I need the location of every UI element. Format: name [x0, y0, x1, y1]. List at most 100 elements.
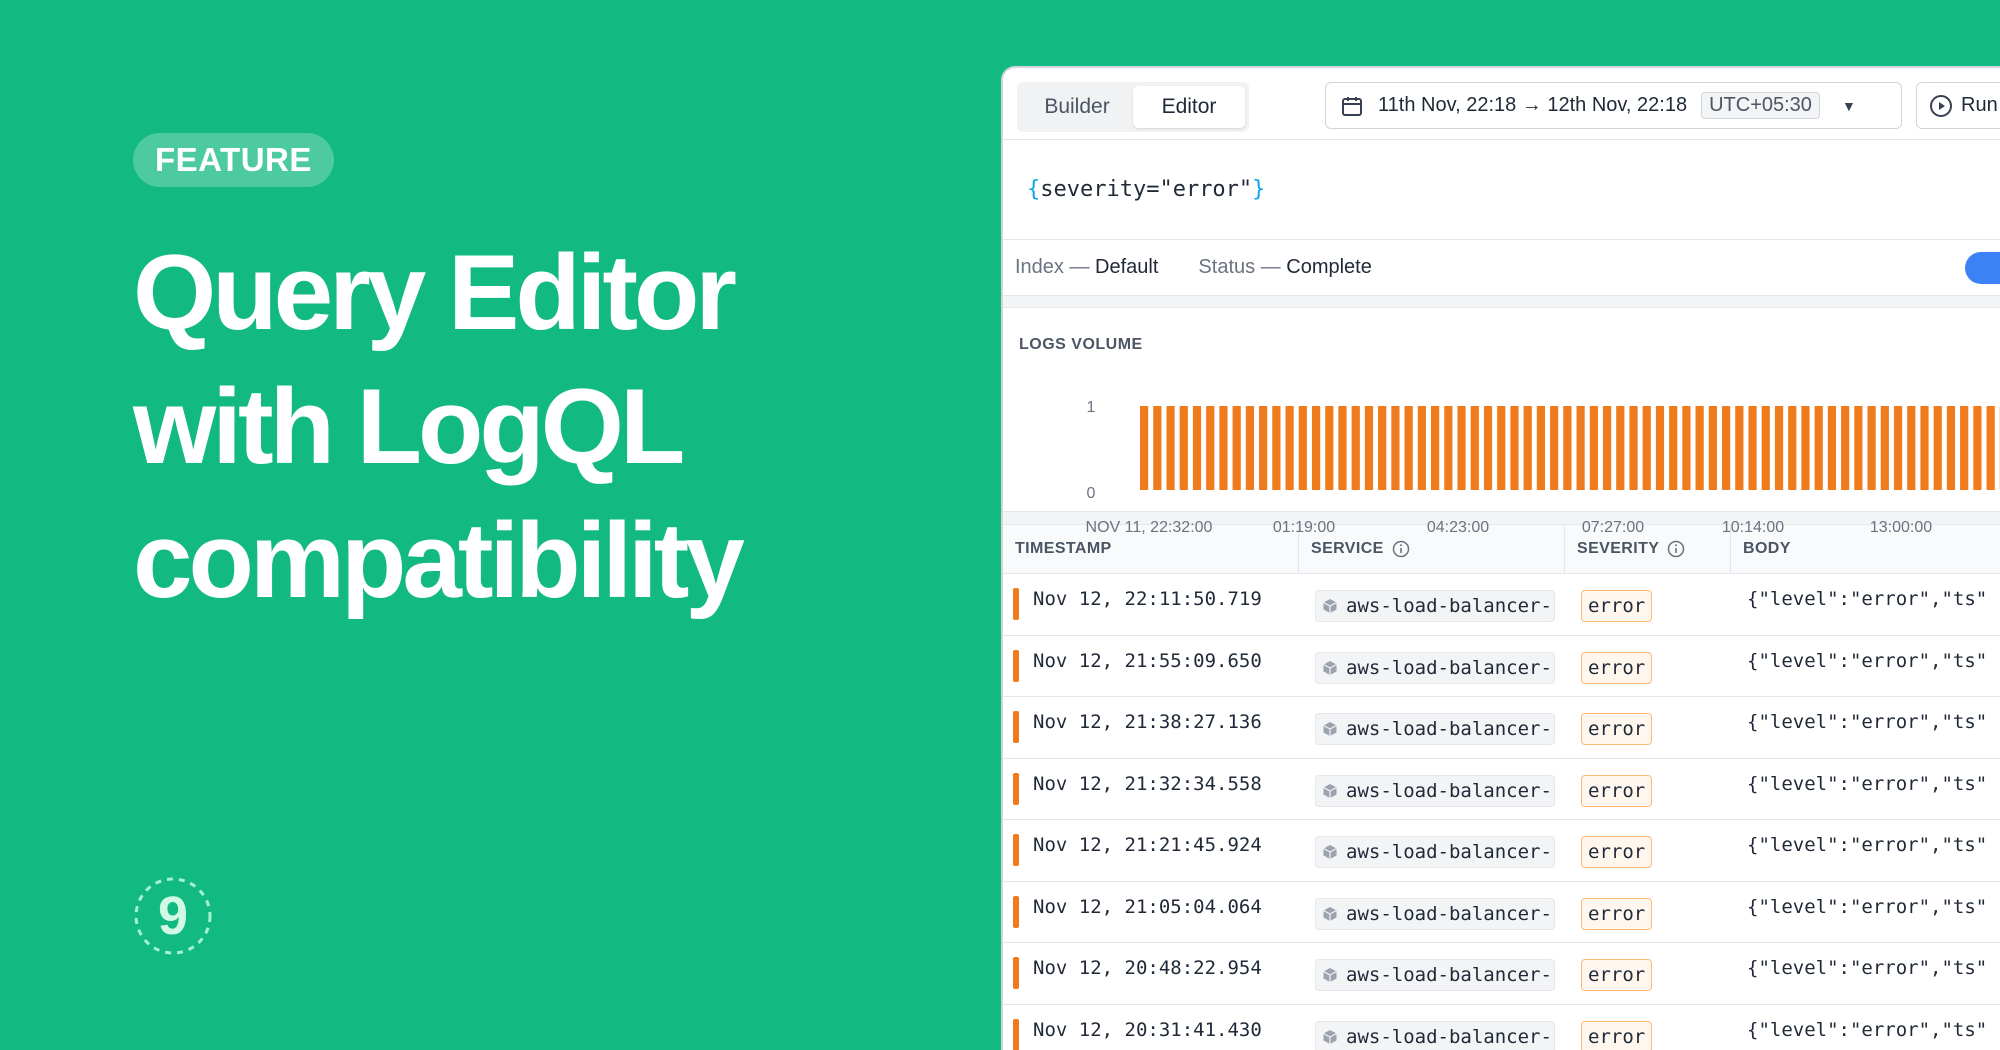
volume-bar[interactable] — [1404, 406, 1413, 490]
volume-bar[interactable] — [1523, 406, 1532, 490]
volume-bar[interactable] — [1589, 406, 1598, 490]
info-icon[interactable] — [1667, 540, 1685, 558]
volume-bar[interactable] — [1140, 406, 1149, 490]
service-chip[interactable]: aws-load-balancer- — [1315, 897, 1555, 930]
tab-editor[interactable]: Editor — [1133, 86, 1245, 128]
volume-bar[interactable] — [1497, 406, 1506, 490]
service-chip[interactable]: aws-load-balancer- — [1315, 651, 1555, 684]
volume-bar[interactable] — [1629, 406, 1638, 490]
volume-bar[interactable] — [1444, 406, 1453, 490]
volume-bar[interactable] — [1960, 406, 1969, 490]
table-row[interactable]: Nov 12, 21:38:27.136 aws-load-balancer-er… — [1003, 697, 2000, 759]
volume-bar[interactable] — [1298, 406, 1307, 490]
run-button[interactable]: Run — [1916, 82, 2000, 129]
service-chip[interactable]: aws-load-balancer- — [1315, 1020, 1555, 1050]
view-toggle[interactable] — [1965, 252, 2000, 284]
volume-bar[interactable] — [1722, 406, 1731, 490]
table-row[interactable]: Nov 12, 20:31:41.430 aws-load-balancer-er… — [1003, 1005, 2000, 1050]
service-chip[interactable]: aws-load-balancer- — [1315, 590, 1555, 623]
volume-bar[interactable] — [1563, 406, 1572, 490]
service-chip[interactable]: aws-load-balancer- — [1315, 774, 1555, 807]
severity-badge[interactable]: error — [1581, 836, 1653, 869]
volume-bar[interactable] — [1431, 406, 1440, 490]
svg-text:9: 9 — [158, 886, 188, 946]
volume-bar[interactable] — [1973, 406, 1982, 490]
severity-badge[interactable]: error — [1581, 959, 1653, 992]
volume-bar[interactable] — [1483, 406, 1493, 490]
tab-builder[interactable]: Builder — [1021, 86, 1133, 128]
service-chip[interactable]: aws-load-balancer- — [1315, 836, 1555, 869]
volume-bar[interactable] — [1510, 406, 1519, 490]
service-chip[interactable]: aws-load-balancer- — [1315, 713, 1555, 746]
volume-bar[interactable] — [1801, 406, 1810, 490]
volume-bar[interactable] — [1219, 406, 1228, 490]
volume-bar[interactable] — [1933, 406, 1942, 490]
query-input[interactable]: {severity="error"} — [1003, 140, 2000, 240]
volume-bar[interactable] — [1695, 406, 1704, 490]
volume-bar[interactable] — [1616, 406, 1625, 490]
volume-bar[interactable] — [1841, 406, 1850, 490]
table-row[interactable]: Nov 12, 20:48:22.954 aws-load-balancer-er… — [1003, 943, 2000, 1005]
volume-bar[interactable] — [1192, 406, 1202, 490]
volume-bar[interactable] — [1602, 406, 1612, 490]
volume-bar[interactable] — [1272, 406, 1281, 490]
volume-bar[interactable] — [1920, 406, 1929, 490]
volume-bar[interactable] — [1708, 406, 1717, 490]
volume-bar[interactable] — [1880, 406, 1889, 490]
severity-badge[interactable]: error — [1581, 590, 1653, 623]
info-icon[interactable] — [1392, 540, 1410, 558]
table-row[interactable]: Nov 12, 22:11:50.719 aws-load-balancer-er… — [1003, 574, 2000, 636]
severity-badge[interactable]: error — [1581, 1020, 1653, 1050]
volume-bar[interactable] — [1788, 406, 1797, 490]
volume-bar[interactable] — [1827, 406, 1837, 490]
volume-bar[interactable] — [1457, 406, 1466, 490]
volume-bar[interactable] — [1682, 406, 1691, 490]
volume-bar[interactable] — [1907, 406, 1916, 490]
volume-bar[interactable] — [1417, 406, 1426, 490]
volume-bar[interactable] — [1893, 406, 1903, 490]
volume-bar[interactable] — [1470, 406, 1479, 490]
volume-bar[interactable] — [1232, 406, 1241, 490]
volume-bar[interactable] — [1364, 406, 1374, 490]
volume-bar[interactable] — [1536, 406, 1546, 490]
volume-bar[interactable] — [1761, 406, 1770, 490]
severity-badge[interactable]: error — [1581, 651, 1653, 684]
volume-bar[interactable] — [1774, 406, 1784, 490]
volume-bar[interactable] — [1669, 406, 1678, 490]
volume-bar[interactable] — [1576, 406, 1585, 490]
volume-bar[interactable] — [1814, 406, 1823, 490]
volume-bar[interactable] — [1748, 406, 1757, 490]
volume-bar[interactable] — [1325, 406, 1334, 490]
cube-icon — [1323, 722, 1337, 737]
time-range-picker[interactable]: 11th Nov, 22:18 → 12th Nov, 22:18 UTC+05… — [1325, 82, 1902, 129]
severity-badge[interactable]: error — [1581, 897, 1653, 930]
volume-bar[interactable] — [1946, 406, 1956, 490]
volume-bar[interactable] — [1206, 406, 1215, 490]
table-row[interactable]: Nov 12, 21:05:04.064 aws-load-balancer-er… — [1003, 882, 2000, 943]
volume-bar[interactable] — [1867, 406, 1876, 490]
volume-bar[interactable] — [1179, 406, 1188, 490]
volume-bar[interactable] — [1285, 406, 1294, 490]
feature-badge: FEATURE — [133, 133, 334, 187]
volume-bar[interactable] — [1854, 406, 1863, 490]
volume-bar[interactable] — [1642, 406, 1651, 490]
severity-badge[interactable]: error — [1581, 774, 1653, 807]
volume-bar[interactable] — [1351, 406, 1360, 490]
table-row[interactable]: Nov 12, 21:21:45.924 aws-load-balancer-er… — [1003, 820, 2000, 882]
volume-bar[interactable] — [1338, 406, 1347, 490]
volume-bar[interactable] — [1153, 406, 1162, 490]
volume-bar[interactable] — [1735, 406, 1744, 490]
volume-bar[interactable] — [1391, 406, 1400, 490]
volume-bar[interactable] — [1259, 406, 1268, 490]
severity-badge[interactable]: error — [1581, 713, 1653, 746]
volume-bar[interactable] — [1311, 406, 1321, 490]
volume-bar[interactable] — [1550, 406, 1559, 490]
table-row[interactable]: Nov 12, 21:55:09.650 aws-load-balancer-er… — [1003, 636, 2000, 697]
volume-bar[interactable] — [1245, 406, 1255, 490]
volume-bar[interactable] — [1166, 406, 1175, 490]
volume-bar[interactable] — [1655, 406, 1665, 490]
service-chip[interactable]: aws-load-balancer- — [1315, 959, 1555, 992]
table-row[interactable]: Nov 12, 21:32:34.558 aws-load-balancer-er… — [1003, 759, 2000, 820]
volume-bar[interactable] — [1378, 406, 1387, 490]
volume-bar[interactable] — [1986, 406, 1995, 490]
